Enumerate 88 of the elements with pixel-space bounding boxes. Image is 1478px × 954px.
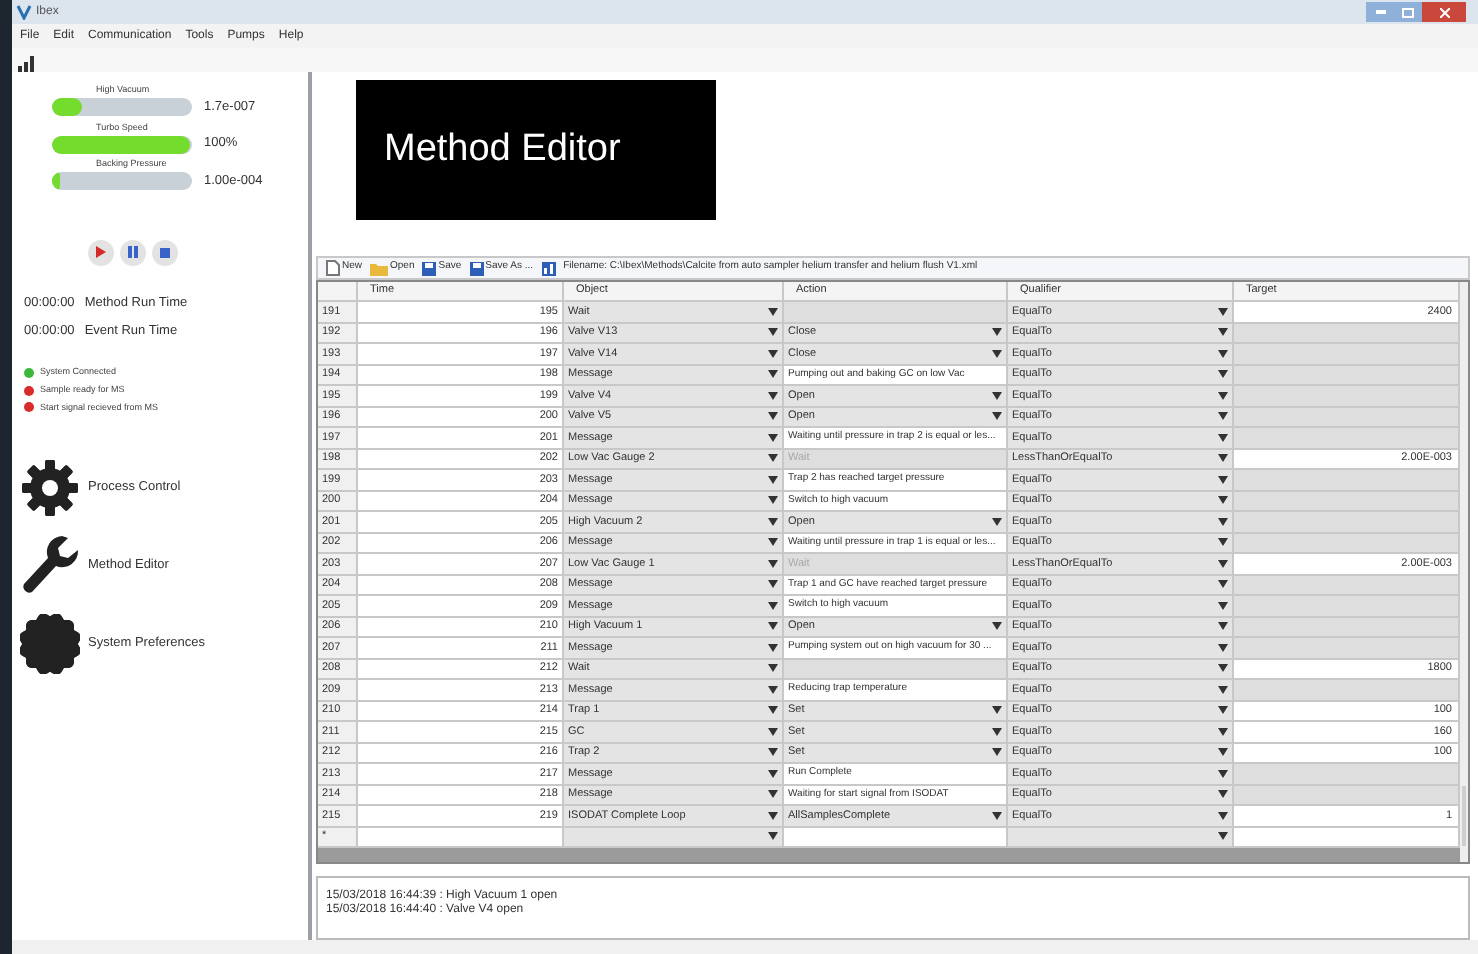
table-cell[interactable]	[358, 827, 564, 848]
dropdown-arrow-icon[interactable]	[1218, 307, 1228, 316]
dropdown-arrow-icon[interactable]	[1218, 370, 1228, 379]
close-button[interactable]	[1422, 2, 1466, 22]
method-editor-banner: Method Editor	[356, 80, 716, 220]
dropdown-arrow-icon[interactable]	[768, 475, 778, 484]
dropdown-arrow-icon[interactable]	[768, 748, 778, 757]
dropdown-arrow-icon[interactable]	[1218, 811, 1228, 820]
dropdown-arrow-icon[interactable]	[992, 622, 1002, 631]
play-button[interactable]	[88, 239, 114, 265]
stop-icon	[160, 247, 170, 257]
dropdown-arrow-icon[interactable]	[1218, 349, 1228, 358]
dropdown-arrow-icon[interactable]	[1218, 328, 1228, 337]
play-icon	[96, 246, 106, 258]
dropdown-arrow-icon[interactable]	[768, 790, 778, 799]
dropdown-arrow-icon[interactable]	[768, 454, 778, 463]
dropdown-arrow-icon[interactable]	[992, 517, 1002, 526]
dropdown-arrow-icon[interactable]	[1218, 685, 1228, 694]
dropdown-arrow-icon[interactable]	[1218, 601, 1228, 610]
pause-icon	[128, 246, 138, 258]
table-cell[interactable]	[1234, 827, 1460, 848]
scrollbar[interactable]	[1460, 282, 1468, 862]
dropdown-arrow-icon[interactable]	[768, 664, 778, 673]
dropdown-arrow-icon[interactable]	[1218, 559, 1228, 568]
dropdown-arrow-icon[interactable]	[768, 769, 778, 778]
dropdown-arrow-icon[interactable]	[1218, 454, 1228, 463]
dropdown-arrow-icon[interactable]	[992, 727, 1002, 736]
dropdown-arrow-icon[interactable]	[1218, 391, 1228, 400]
dropdown-arrow-icon[interactable]	[768, 307, 778, 316]
dropdown-arrow-icon[interactable]	[768, 433, 778, 442]
close-icon	[1439, 7, 1449, 17]
dropdown-arrow-icon[interactable]	[992, 706, 1002, 715]
dropdown-arrow-icon[interactable]	[992, 349, 1002, 358]
gear-icon[interactable]	[20, 458, 80, 519]
dropdown-arrow-icon[interactable]	[768, 811, 778, 820]
dropdown-arrow-icon[interactable]	[768, 370, 778, 379]
dropdown-arrow-icon[interactable]	[992, 328, 1002, 337]
dropdown-arrow-icon[interactable]	[768, 706, 778, 715]
floppy-icon	[469, 261, 484, 275]
dropdown-arrow-icon[interactable]	[768, 727, 778, 736]
dropdown-arrow-icon[interactable]	[768, 622, 778, 631]
dropdown-arrow-icon[interactable]	[1218, 832, 1228, 841]
dropdown-arrow-icon[interactable]	[1218, 622, 1228, 631]
seal-icon[interactable]	[20, 614, 80, 675]
dropdown-arrow-icon[interactable]	[992, 391, 1002, 400]
dropdown-arrow-icon[interactable]	[768, 349, 778, 358]
dropdown-arrow-icon[interactable]	[768, 643, 778, 652]
dropdown-arrow-icon[interactable]	[1218, 748, 1228, 757]
maximize-icon	[1402, 7, 1414, 17]
dropdown-arrow-icon[interactable]	[992, 412, 1002, 421]
dropdown-arrow-icon[interactable]	[1218, 769, 1228, 778]
stop-button[interactable]	[152, 239, 178, 265]
pause-button[interactable]	[120, 239, 146, 265]
folder-icon	[370, 261, 389, 275]
app-icon	[16, 4, 32, 20]
dropdown-arrow-icon[interactable]	[768, 496, 778, 505]
dropdown-arrow-icon[interactable]	[992, 748, 1002, 757]
dropdown-arrow-icon[interactable]	[1218, 664, 1228, 673]
dropdown-arrow-icon[interactable]	[1218, 517, 1228, 526]
dropdown-arrow-icon[interactable]	[768, 412, 778, 421]
dropdown-arrow-icon[interactable]	[768, 559, 778, 568]
dropdown-arrow-icon[interactable]	[1218, 412, 1228, 421]
dropdown-arrow-icon[interactable]	[1218, 643, 1228, 652]
dropdown-arrow-icon[interactable]	[992, 811, 1002, 820]
dropdown-arrow-icon[interactable]	[1218, 706, 1228, 715]
dropdown-arrow-icon[interactable]	[768, 538, 778, 547]
dropdown-arrow-icon[interactable]	[1218, 475, 1228, 484]
dropdown-arrow-icon[interactable]	[1218, 580, 1228, 589]
dropdown-arrow-icon[interactable]	[768, 601, 778, 610]
chart-icon[interactable]	[541, 261, 556, 275]
dropdown-arrow-icon[interactable]	[768, 580, 778, 589]
dropdown-arrow-icon[interactable]	[1218, 433, 1228, 442]
dropdown-arrow-icon[interactable]	[768, 685, 778, 694]
signal-bars-icon[interactable]	[18, 56, 34, 72]
dropdown-arrow-icon[interactable]	[1218, 790, 1228, 799]
dropdown-arrow-icon[interactable]	[768, 832, 778, 841]
dropdown-cell[interactable]	[564, 827, 784, 848]
dropdown-arrow-icon[interactable]	[768, 328, 778, 337]
dropdown-arrow-icon[interactable]	[1218, 538, 1228, 547]
dropdown-arrow-icon[interactable]	[1218, 727, 1228, 736]
minimize-icon	[1375, 10, 1385, 14]
wrench-icon[interactable]	[20, 534, 80, 599]
floppy-icon	[422, 261, 437, 275]
dropdown-arrow-icon[interactable]	[1218, 496, 1228, 505]
dropdown-cell[interactable]	[1008, 827, 1234, 848]
dropdown-arrow-icon[interactable]	[768, 517, 778, 526]
table-cell[interactable]	[784, 827, 1008, 848]
dropdown-arrow-icon[interactable]	[768, 391, 778, 400]
